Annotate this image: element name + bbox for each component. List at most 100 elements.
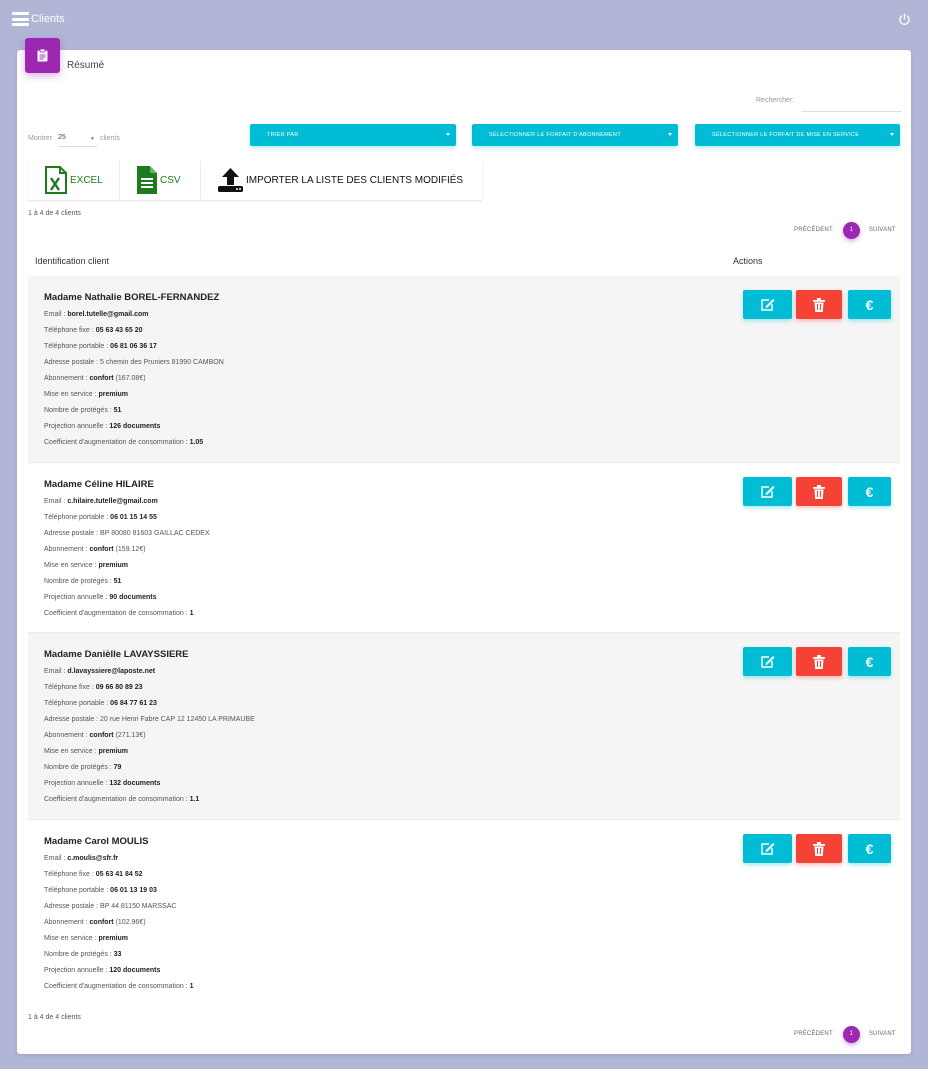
client-landline: Téléphone fixe : 05 63 41 84 52 <box>44 871 143 878</box>
client-protected-count: Nombre de protégés : 79 <box>44 764 122 771</box>
client-email: Email : c.moulis@sfr.fr <box>44 855 119 862</box>
app-title: Clients <box>31 13 65 25</box>
client-projection: Projection annuelle : 126 documents <box>44 423 161 430</box>
billing-client-button[interactable]: € <box>848 477 891 506</box>
client-service: Mise en service : premium <box>44 748 129 755</box>
client-projection: Projection annuelle : 120 documents <box>44 967 161 974</box>
billing-client-button[interactable]: € <box>848 647 891 676</box>
client-landline: Téléphone fixe : 09 66 80 89 23 <box>44 684 143 691</box>
column-header-identification[interactable]: Identification client <box>35 256 109 266</box>
length-suffix-label: clients <box>100 135 120 142</box>
edit-icon <box>761 486 775 498</box>
pagination-next[interactable]: SUIVANT <box>869 1031 896 1037</box>
table-row: Madame Céline HILAIRE Email : c.hilaire.… <box>28 463 900 633</box>
client-protected-count: Nombre de protégés : 51 <box>44 578 122 585</box>
edit-client-button[interactable] <box>743 290 792 319</box>
euro-icon: € <box>865 296 874 313</box>
client-address: Adresse postale : BP 44 81150 MARSSAC <box>44 903 177 910</box>
table-info-top: 1 à 4 de 4 clients <box>28 210 81 217</box>
column-header-actions: Actions <box>733 256 763 266</box>
client-subscription: Abonnement : confort (271.13€) <box>44 732 146 739</box>
power-icon[interactable] <box>898 13 911 26</box>
table-row: Madame Nathalie BOREL-FERNANDEZ Email : … <box>28 276 900 463</box>
client-coefficient: Coefficient d'augmentation de consommati… <box>44 610 194 617</box>
service-plan-dropdown[interactable]: SÉLECTIONNER LE FORFAIT DE MISE EN SERVI… <box>695 124 900 146</box>
import-clients-label: IMPORTER LA LISTE DES CLIENTS MODIFIÉS <box>246 174 464 186</box>
edit-icon <box>761 299 775 311</box>
pagination-page-1[interactable]: 1 <box>842 221 860 239</box>
clipboard-icon <box>25 38 60 73</box>
client-landline: Téléphone fixe : 05 63 43 65 20 <box>44 327 143 334</box>
client-mobile: Téléphone portable : 06 84 77 61 23 <box>44 700 157 707</box>
trash-icon <box>813 841 825 856</box>
caret-down-icon <box>668 133 672 136</box>
billing-client-button[interactable]: € <box>848 834 891 863</box>
euro-icon: € <box>865 840 874 857</box>
delete-client-button[interactable] <box>796 647 842 676</box>
csv-file-icon <box>137 166 157 194</box>
client-email: Email : c.hilaire.tutelle@gmail.com <box>44 498 158 505</box>
card-title: Résumé <box>67 60 105 71</box>
hamburger-menu-icon[interactable] <box>12 12 29 26</box>
delete-client-button[interactable] <box>796 834 842 863</box>
delete-client-button[interactable] <box>796 477 842 506</box>
subscription-plan-dropdown-label: SÉLECTIONNER LE FORFAIT D'ABONNEMENT <box>489 132 621 138</box>
client-protected-count: Nombre de protégés : 51 <box>44 407 122 414</box>
trash-icon <box>813 484 825 499</box>
client-address: Adresse postale : 5 chemin des Pruniers … <box>44 359 224 366</box>
pagination-previous[interactable]: PRÉCÉDENT <box>794 227 833 233</box>
pagination-previous[interactable]: PRÉCÉDENT <box>794 1031 833 1037</box>
client-mobile: Téléphone portable : 06 01 15 14 55 <box>44 514 157 521</box>
trash-icon <box>813 654 825 669</box>
caret-down-icon <box>446 133 450 136</box>
client-mobile: Téléphone portable : 06 01 13 19 03 <box>44 887 157 894</box>
billing-client-button[interactable]: € <box>848 290 891 319</box>
table-info-bottom: 1 à 4 de 4 clients <box>28 1014 81 1021</box>
search-label: Rechercher: <box>756 97 795 104</box>
edit-client-button[interactable] <box>743 834 792 863</box>
sort-dropdown-label: TRIER PAR <box>267 132 299 138</box>
import-clients-button[interactable]: IMPORTER LA LISTE DES CLIENTS MODIFIÉS <box>201 160 482 200</box>
trash-icon <box>813 297 825 312</box>
client-email: Email : d.lavayssiere@laposte.net <box>44 668 156 675</box>
client-mobile: Téléphone portable : 06 81 06 36 17 <box>44 343 157 350</box>
client-projection: Projection annuelle : 132 documents <box>44 780 161 787</box>
client-email: Email : borel.tutelle@gmail.com <box>44 311 149 318</box>
table-row: Madame Danièlle LAVAYSSIERE Email : d.la… <box>28 633 900 820</box>
subscription-plan-dropdown[interactable]: SÉLECTIONNER LE FORFAIT D'ABONNEMENT <box>472 124 678 146</box>
client-address: Adresse postale : BP 80080 81603 GAILLAC… <box>44 530 210 537</box>
delete-client-button[interactable] <box>796 290 842 319</box>
client-name: Madame Carol MOULIS <box>44 836 149 847</box>
pagination-bottom: PRÉCÉDENT 1 SUIVANT <box>794 1025 896 1043</box>
upload-icon <box>218 168 243 192</box>
search-input[interactable] <box>801 96 901 112</box>
pagination-top: PRÉCÉDENT 1 SUIVANT <box>794 221 896 239</box>
client-subscription: Abonnement : confort (167.08€) <box>44 375 146 382</box>
caret-down-icon <box>890 133 894 136</box>
length-show-label: Montrer <box>28 135 53 142</box>
pagination-page-1[interactable]: 1 <box>842 1025 860 1043</box>
edit-client-button[interactable] <box>743 647 792 676</box>
edit-icon <box>761 656 775 668</box>
export-toolbar: EXCEL CSV IMPORTER LA LISTE DES CLIENTS … <box>28 160 483 200</box>
export-csv-button[interactable]: CSV <box>120 160 200 200</box>
client-name: Madame Nathalie BOREL-FERNANDEZ <box>44 292 220 303</box>
edit-client-button[interactable] <box>743 477 792 506</box>
service-plan-dropdown-label: SÉLECTIONNER LE FORFAIT DE MISE EN SERVI… <box>712 132 860 138</box>
client-coefficient: Coefficient d'augmentation de consommati… <box>44 796 200 803</box>
edit-icon <box>761 843 775 855</box>
pagination-next[interactable]: SUIVANT <box>869 227 896 233</box>
euro-icon: € <box>865 653 874 670</box>
client-coefficient: Coefficient d'augmentation de consommati… <box>44 439 204 446</box>
client-service: Mise en service : premium <box>44 391 129 398</box>
client-coefficient: Coefficient d'augmentation de consommati… <box>44 983 194 990</box>
select-arrow-icon: ▼ <box>90 136 95 142</box>
sort-dropdown[interactable]: TRIER PAR <box>250 124 456 146</box>
table-row: Madame Carol MOULIS Email : c.moulis@sfr… <box>28 820 900 1000</box>
client-service: Mise en service : premium <box>44 935 129 942</box>
excel-file-icon <box>45 166 67 194</box>
export-excel-button[interactable]: EXCEL <box>28 160 119 200</box>
export-excel-label: EXCEL <box>70 174 103 186</box>
length-select[interactable]: 25 ▼ <box>58 134 97 147</box>
client-projection: Projection annuelle : 90 documents <box>44 594 157 601</box>
